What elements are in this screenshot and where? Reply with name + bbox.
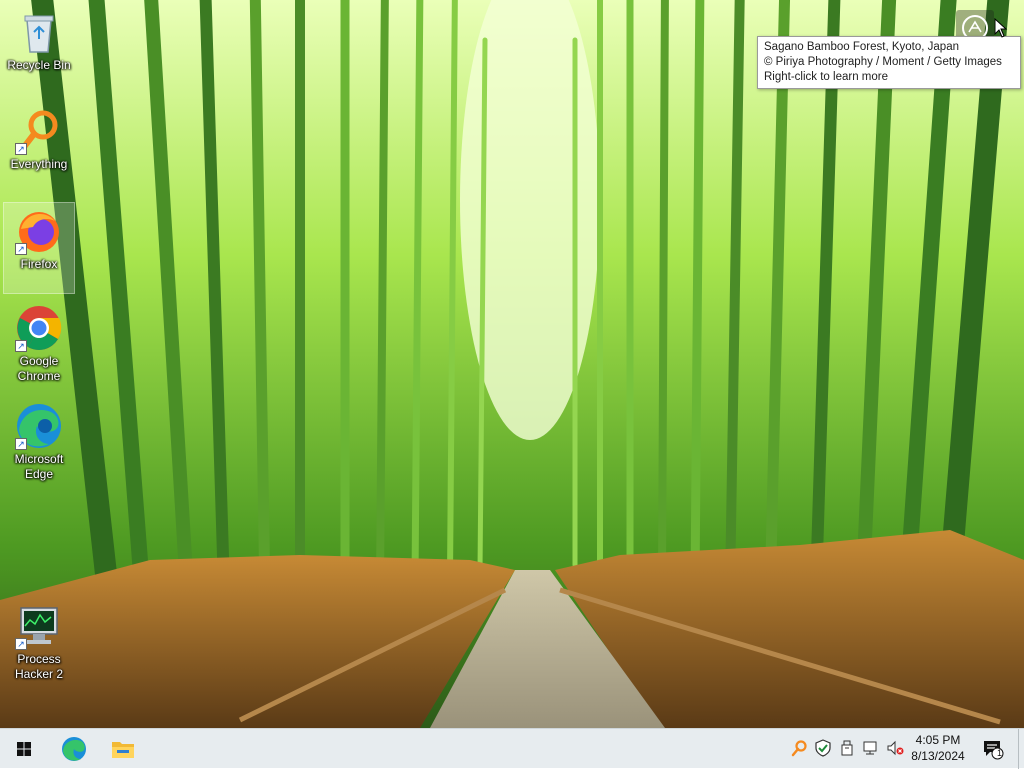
shortcut-arrow-icon: ↗ — [15, 143, 27, 155]
bamboo-stalk — [376, 0, 389, 589]
tray-everything-icon[interactable] — [790, 739, 808, 757]
tray-speaker-muted-icon[interactable] — [886, 739, 904, 757]
tooltip-hint: Right-click to learn more — [764, 71, 888, 83]
edge-icon — [62, 737, 86, 761]
desktop[interactable]: Recycle Bin ↗ Everything ↗ Firefox ↗ Goo… — [0, 0, 1024, 728]
start-button[interactable] — [0, 729, 48, 769]
tooltip-credit: © Piriya Photography / Moment / Getty Im… — [764, 56, 1002, 68]
desktop-icon-everything[interactable]: ↗ Everything — [3, 103, 75, 195]
recycle-bin-icon — [15, 8, 63, 56]
tray-usb-drive-icon[interactable] — [838, 739, 856, 757]
windows-start-icon — [17, 742, 31, 756]
clock-time: 4:05 PM — [915, 733, 961, 747]
desktop-icon-google-chrome[interactable]: ↗ Google Chrome — [3, 300, 75, 392]
taskbar: 4:05 PM 8/13/2024 1 — [0, 728, 1024, 769]
tray-network-icon[interactable] — [862, 739, 880, 757]
desktop-icon-process-hacker[interactable]: ↗ Process Hacker 2 — [3, 598, 75, 690]
chrome-icon: ↗ — [15, 304, 63, 352]
action-center-button[interactable]: 1 — [982, 738, 1004, 760]
everything-search-icon: ↗ — [15, 107, 63, 155]
taskbar-pinned-edge[interactable] — [50, 729, 98, 769]
desktop-icon-label: Google Chrome — [17, 354, 61, 383]
desktop-icon-label: Process Hacker 2 — [14, 652, 64, 681]
desktop-icon-microsoft-edge[interactable]: ↗ Microsoft Edge — [3, 398, 75, 490]
bamboo-stalk — [658, 0, 669, 584]
wallpaper-bamboo-forest — [0, 0, 1024, 728]
bamboo-stalk — [690, 0, 705, 590]
shortcut-arrow-icon: ↗ — [15, 638, 27, 650]
desktop-icon-label: Recycle Bin — [7, 58, 71, 72]
spotlight-tooltip: Sagano Bamboo Forest, Kyoto, Japan © Pir… — [757, 36, 1021, 89]
process-hacker-icon: ↗ — [15, 602, 63, 650]
shortcut-arrow-icon: ↗ — [15, 243, 27, 255]
desktop-icon-label: Everything — [10, 157, 68, 171]
taskbar-clock[interactable]: 4:05 PM 8/13/2024 — [906, 732, 970, 764]
tray-shield-icon[interactable] — [814, 739, 832, 757]
taskbar-pinned-file-explorer[interactable] — [99, 729, 147, 769]
show-desktop-button[interactable] — [1018, 729, 1024, 769]
mouse-cursor-icon — [994, 18, 1008, 38]
desktop-icon-recycle-bin[interactable]: Recycle Bin — [3, 4, 75, 96]
notification-count-badge: 1 — [996, 748, 1002, 758]
desktop-icon-label: Microsoft Edge — [14, 452, 64, 481]
shortcut-arrow-icon: ↗ — [15, 438, 27, 450]
firefox-icon: ↗ — [15, 207, 63, 255]
clock-date: 8/13/2024 — [911, 749, 965, 763]
desktop-icon-label: Firefox — [20, 257, 58, 271]
folder-icon — [112, 742, 134, 758]
edge-icon: ↗ — [15, 402, 63, 450]
desktop-icon-firefox[interactable]: ↗ Firefox — [3, 202, 75, 294]
shortcut-arrow-icon: ↗ — [15, 340, 27, 352]
tooltip-location: Sagano Bamboo Forest, Kyoto, Japan — [764, 41, 959, 53]
